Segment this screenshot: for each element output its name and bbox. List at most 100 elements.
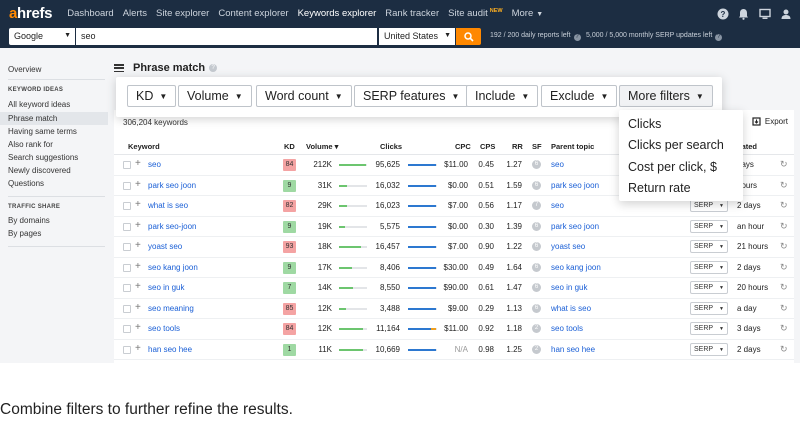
info-icon[interactable]: ?: [573, 34, 581, 41]
serp-button[interactable]: SERP▼: [690, 322, 728, 335]
row-checkbox[interactable]: [123, 325, 131, 333]
help-icon[interactable]: ?: [209, 64, 218, 72]
column-header-volume[interactable]: Volume ▾: [306, 142, 338, 151]
sidebar-item-newly-discovered[interactable]: Newly discovered: [8, 166, 71, 175]
menu-toggle-icon[interactable]: [114, 64, 124, 72]
parent-topic-link[interactable]: seo in guk: [551, 283, 587, 292]
nav-item-site-explorer[interactable]: Site explorer: [156, 8, 209, 19]
serp-features-count[interactable]: 6: [532, 160, 541, 169]
serp-features-count[interactable]: 6: [532, 262, 541, 272]
filter-word-count-button[interactable]: Word count ▼: [256, 85, 352, 107]
row-checkbox[interactable]: [123, 243, 131, 251]
refresh-icon[interactable]: ↻: [780, 323, 788, 334]
add-to-list-icon[interactable]: +: [135, 199, 141, 210]
row-checkbox[interactable]: [123, 304, 131, 313]
keyword-link[interactable]: park seo-joon: [148, 222, 196, 231]
filter-exclude-button[interactable]: Exclude ▼: [541, 85, 618, 107]
sidebar-item-also-rank-for[interactable]: Also rank for: [8, 140, 53, 149]
refresh-icon[interactable]: ↻: [780, 159, 788, 170]
refresh-icon[interactable]: ↻: [780, 221, 788, 232]
column-header-keyword[interactable]: Keyword: [128, 142, 160, 151]
keyword-input[interactable]: seo: [76, 28, 377, 45]
filter-serp-features-button[interactable]: SERP features ▼: [354, 85, 469, 107]
sidebar-item-all-keyword-ideas[interactable]: All keyword ideas: [8, 100, 70, 109]
column-header-kd[interactable]: KD: [284, 142, 295, 151]
column-header-cpc[interactable]: CPC: [455, 142, 471, 151]
column-header-parent-topic[interactable]: Parent topic: [551, 142, 594, 151]
parent-topic-link[interactable]: park seo joon: [551, 181, 599, 190]
keyword-link[interactable]: what is seo: [148, 201, 188, 210]
row-checkbox[interactable]: [123, 263, 131, 272]
serp-features-count[interactable]: 6: [532, 283, 541, 292]
serp-features-count[interactable]: 6: [532, 303, 541, 313]
keyword-link[interactable]: seo meaning: [148, 304, 194, 313]
keyword-link[interactable]: han seo hee: [148, 345, 192, 354]
add-to-list-icon[interactable]: +: [135, 158, 141, 169]
nav-item-content-explorer[interactable]: Content explorer: [218, 8, 288, 19]
search-button[interactable]: [456, 28, 481, 45]
keyword-link[interactable]: seo kang joon: [148, 263, 198, 272]
serp-features-count[interactable]: 6: [532, 221, 541, 231]
menu-item-cost-per-click[interactable]: Cost per click, $: [628, 160, 717, 174]
ahrefs-logo[interactable]: ahrefs: [9, 5, 53, 22]
menu-item-clicks-per-search[interactable]: Clicks per search: [628, 138, 724, 152]
nav-item-keywords-explorer[interactable]: Keywords explorer: [298, 8, 377, 19]
serp-button[interactable]: SERP▼: [690, 219, 728, 233]
nav-item-more[interactable]: More ▼: [512, 8, 544, 19]
search-engine-select[interactable]: Google ▼: [9, 28, 75, 45]
column-header-clicks[interactable]: Clicks: [380, 142, 402, 151]
add-to-list-icon[interactable]: +: [135, 240, 141, 251]
country-select[interactable]: United States ▼: [379, 28, 455, 45]
add-to-list-icon[interactable]: +: [135, 343, 141, 354]
nav-item-site-audit[interactable]: Site audit NEW: [448, 8, 502, 19]
filter-more-filters-button[interactable]: More filters ▼: [619, 85, 713, 107]
serp-button[interactable]: SERP▼: [690, 260, 728, 274]
menu-item-return-rate[interactable]: Return rate: [628, 181, 691, 195]
parent-topic-link[interactable]: seo: [551, 160, 564, 169]
nav-item-dashboard[interactable]: Dashboard: [67, 8, 113, 19]
sidebar-item-by-pages[interactable]: By pages: [8, 229, 41, 238]
parent-topic-link[interactable]: what is seo: [551, 304, 591, 313]
desktop-icon[interactable]: [758, 7, 771, 20]
refresh-icon[interactable]: ↻: [780, 282, 788, 293]
parent-topic-link[interactable]: han seo hee: [551, 345, 595, 354]
sidebar-item-questions[interactable]: Questions: [8, 179, 44, 188]
bell-icon[interactable]: [737, 7, 750, 20]
sidebar-item-overview[interactable]: Overview: [8, 65, 41, 74]
nav-item-alerts[interactable]: Alerts: [123, 8, 147, 19]
parent-topic-link[interactable]: seo tools: [551, 324, 583, 333]
keyword-link[interactable]: park seo joon: [148, 181, 196, 190]
row-checkbox[interactable]: [123, 181, 131, 190]
info-icon[interactable]: ?: [715, 34, 723, 41]
serp-features-count[interactable]: 6: [532, 180, 541, 190]
keyword-link[interactable]: seo in guk: [148, 283, 184, 292]
add-to-list-icon[interactable]: +: [135, 281, 141, 292]
refresh-icon[interactable]: ↻: [780, 303, 788, 314]
parent-topic-link[interactable]: yoast seo: [551, 242, 585, 251]
column-header-sf[interactable]: SF: [532, 142, 542, 151]
serp-button[interactable]: SERP▼: [690, 240, 728, 253]
row-checkbox[interactable]: [123, 222, 131, 231]
add-to-list-icon[interactable]: +: [135, 302, 141, 313]
add-to-list-icon[interactable]: +: [135, 322, 141, 333]
keyword-link[interactable]: seo tools: [148, 324, 180, 333]
menu-item-clicks[interactable]: Clicks: [628, 117, 661, 131]
serp-button[interactable]: SERP▼: [690, 342, 728, 356]
filter-include-button[interactable]: Include ▼: [466, 85, 539, 107]
parent-topic-link[interactable]: park seo joon: [551, 222, 599, 231]
serp-features-count[interactable]: 6: [532, 242, 541, 251]
refresh-icon[interactable]: ↻: [780, 241, 788, 252]
user-icon[interactable]: [779, 7, 792, 20]
serp-button[interactable]: SERP▼: [690, 281, 728, 294]
sidebar-item-by-domains[interactable]: By domains: [8, 216, 50, 225]
row-checkbox[interactable]: [123, 202, 131, 210]
parent-topic-link[interactable]: seo: [551, 201, 564, 210]
add-to-list-icon[interactable]: +: [135, 220, 141, 231]
serp-features-count[interactable]: 7: [532, 201, 541, 210]
filter-volume-button[interactable]: Volume ▼: [178, 85, 252, 107]
filter-kd-button[interactable]: KD ▼: [127, 85, 177, 107]
refresh-icon[interactable]: ↻: [780, 200, 788, 211]
sidebar-item-phrase-match[interactable]: Phrase match: [8, 114, 57, 123]
row-checkbox[interactable]: [123, 161, 131, 169]
keyword-link[interactable]: seo: [148, 160, 161, 169]
